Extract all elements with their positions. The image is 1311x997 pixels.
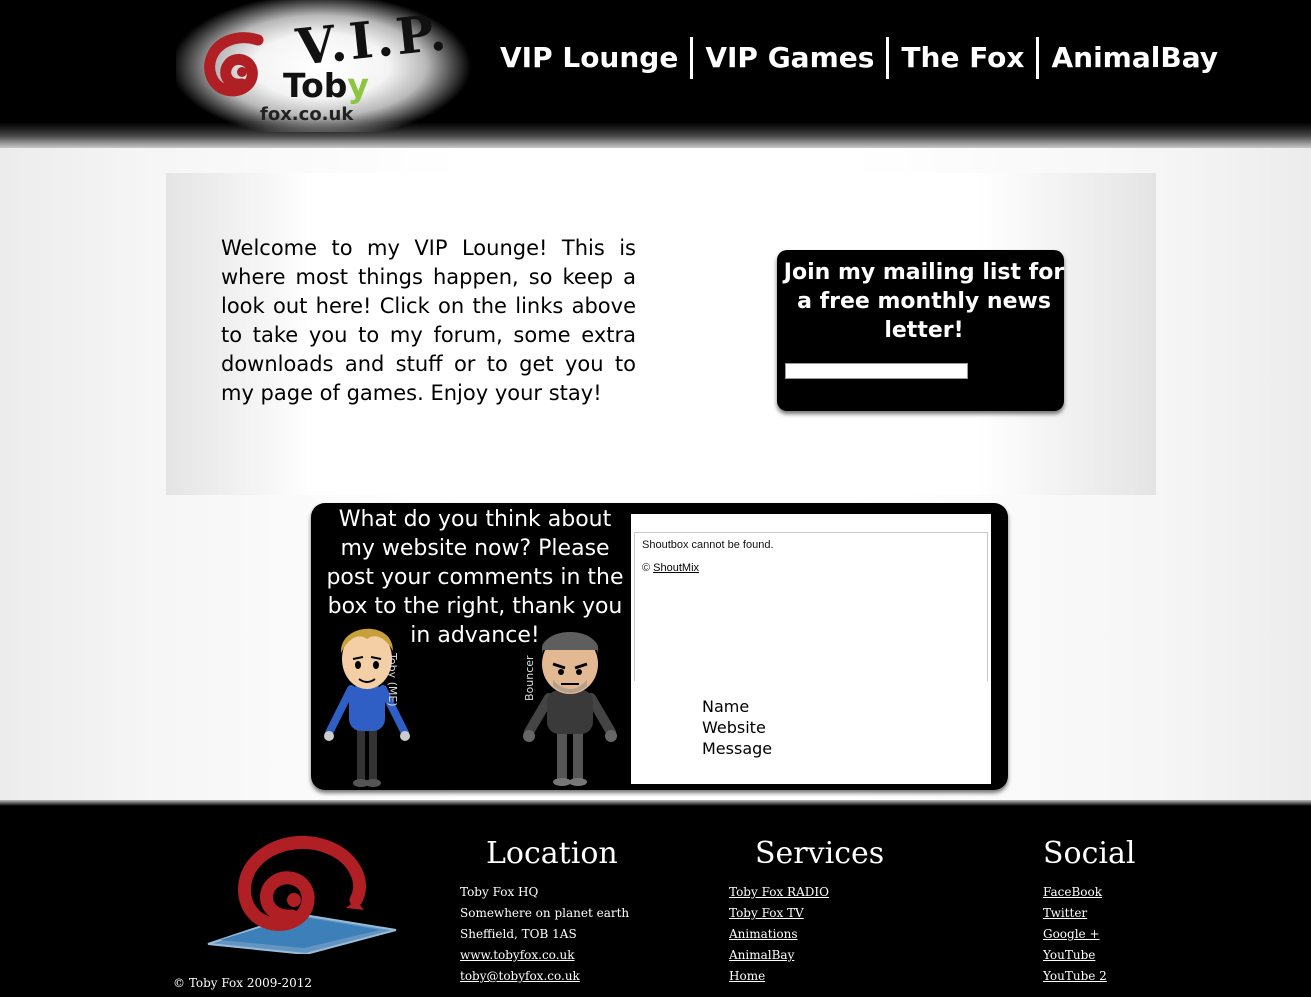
shoutbox-frame[interactable]: Shoutbox cannot be found. © ShoutMix Nam… [631,514,991,784]
shoutbox-message-label: Message [702,739,773,758]
footer-link-youtube-2[interactable]: YouTube 2 [1043,969,1107,983]
shoutbox-name-label: Name [702,697,750,716]
location-line: Toby Fox HQ [460,885,539,899]
logo-domain-text: fox.co.uk [260,104,354,125]
footer-website-link[interactable]: www.tobyfox.co.uk [460,948,575,962]
bouncer-mii-label: Bouncer [523,655,536,701]
shoutbox-credit: © ShoutMix [642,562,699,574]
footer-link-radio[interactable]: Toby Fox RADIO [729,885,829,899]
shoutmix-link[interactable]: ShoutMix [653,562,699,574]
location-line: Somewhere on planet earth [460,906,630,920]
footer-social-title: Social [1043,836,1136,871]
toby-mii-avatar [324,628,410,787]
logo-brand-start: Tob [283,66,348,105]
footer-link-tv[interactable]: Toby Fox TV [729,906,804,920]
comments-panel: What do you think about my website now? … [311,503,1008,790]
site-header: V.I.P. Toby fox.co.uk VIP Lounge VIP Gam… [0,0,1311,148]
footer-link-twitter[interactable]: Twitter [1043,906,1087,920]
nav-vip-games[interactable]: VIP Games [705,36,874,80]
mailing-email-input[interactable] [785,363,968,379]
logo-brand-text: Toby [283,66,369,105]
logo-brand-end: y [347,66,369,105]
footer-email-link[interactable]: toby@tobyfox.co.uk [460,969,580,983]
welcome-text: Welcome to my VIP Lounge! This is where … [221,236,636,405]
shoutbox-error-text: Shoutbox cannot be found. [642,539,774,551]
footer-services-column: Services Toby Fox RADIO Toby Fox TV Anim… [729,834,884,987]
shoutbox-messages[interactable]: Shoutbox cannot be found. © ShoutMix [634,532,988,681]
site-logo[interactable]: V.I.P. Toby fox.co.uk [176,0,496,132]
nav-the-fox[interactable]: The Fox [901,36,1024,80]
nav-divider [886,37,890,79]
main-nav: VIP Lounge VIP Games The Fox AnimalBay [500,36,1218,80]
toby-mii-label: Toby (ME) [386,653,399,707]
mailing-list-box: Join my mailing list for a free monthly … [777,250,1064,411]
footer-link-home[interactable]: Home [729,969,765,983]
bouncer-mii-avatar [523,632,617,786]
footer-services-title: Services [755,836,885,871]
shoutbox-website-label: Website [702,718,766,737]
shoutbox-form: Name Website Message [702,696,772,759]
footer-link-google-plus[interactable]: Google + [1043,927,1100,941]
footer-social-column: Social FaceBook Twitter Google + YouTube… [1043,834,1136,987]
nav-vip-lounge[interactable]: VIP Lounge [500,36,678,80]
mailing-list-text: Join my mailing list for a free monthly … [783,260,1065,343]
footer-link-animations[interactable]: Animations [729,927,798,941]
footer-location-column: Location Toby Fox HQ Somewhere on planet… [460,834,629,987]
footer-location-title: Location [486,836,618,871]
footer-spiral-logo-icon [207,835,397,954]
nav-divider [1036,37,1040,79]
footer-link-facebook[interactable]: FaceBook [1043,885,1102,899]
nav-divider [690,37,694,79]
nav-animalbay[interactable]: AnimalBay [1051,36,1218,80]
footer-link-animalbay[interactable]: AnimalBay [729,948,794,962]
location-line: Sheffield, TOB 1AS [460,927,577,941]
footer-copyright: © Toby Fox 2009-2012 [173,976,312,990]
footer-link-youtube[interactable]: YouTube [1043,948,1095,962]
copyright-symbol: © [642,562,651,574]
